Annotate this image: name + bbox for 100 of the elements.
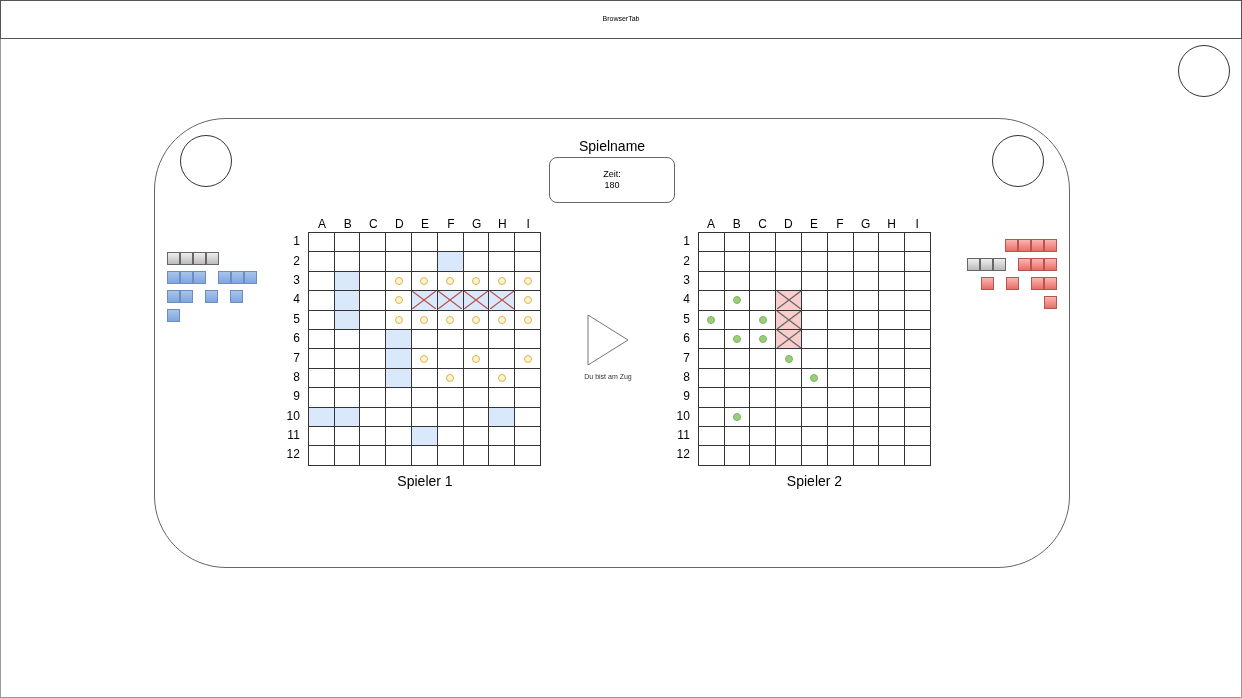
board-cell[interactable] (776, 310, 802, 330)
board-cell[interactable] (724, 233, 751, 253)
board-cell[interactable] (776, 271, 802, 292)
board-cell[interactable] (750, 388, 777, 408)
board-cell[interactable] (802, 233, 828, 253)
board-cell[interactable] (802, 310, 828, 330)
board-cell[interactable] (698, 329, 725, 350)
board-cell[interactable] (905, 233, 931, 253)
board-cell[interactable] (776, 233, 802, 253)
board-cell[interactable] (905, 388, 931, 408)
board-cell[interactable] (827, 446, 854, 466)
board-cell[interactable] (879, 252, 906, 272)
board-cell[interactable] (853, 291, 880, 311)
miss-marker-icon (420, 276, 429, 285)
board-cell[interactable] (879, 310, 906, 330)
board-cell[interactable] (698, 233, 725, 253)
row-label: 4 (293, 292, 300, 308)
board-cell[interactable] (698, 271, 725, 292)
miss-marker-icon (472, 315, 480, 324)
board-cell[interactable] (905, 446, 931, 466)
board-cell[interactable] (750, 349, 777, 369)
board-cell[interactable] (853, 252, 880, 272)
board-cell[interactable] (776, 252, 802, 272)
board-cell[interactable] (724, 252, 751, 272)
board-cell[interactable] (827, 349, 854, 369)
board-cell[interactable] (905, 310, 931, 330)
board-cell[interactable] (698, 446, 725, 466)
board-cell[interactable] (776, 349, 802, 369)
board-cell[interactable] (905, 252, 931, 272)
board-cell[interactable] (750, 271, 777, 292)
board-cell[interactable] (698, 252, 725, 272)
board-cell[interactable] (750, 368, 777, 389)
board-cell[interactable] (724, 291, 751, 311)
board-cell[interactable] (724, 446, 751, 466)
board-cell[interactable] (776, 368, 802, 389)
board-cell[interactable] (879, 426, 906, 447)
board-cell[interactable] (827, 291, 854, 311)
board-cell[interactable] (724, 388, 751, 408)
board-cell[interactable] (879, 271, 906, 292)
board-cell[interactable] (698, 388, 725, 408)
board-cell[interactable] (750, 446, 777, 466)
board-cell[interactable] (750, 426, 777, 447)
board-cell[interactable] (853, 233, 880, 253)
board-cell[interactable] (879, 349, 906, 369)
board-cell[interactable] (776, 407, 802, 427)
board-cell[interactable] (698, 349, 725, 369)
row-label: 6 (683, 331, 690, 347)
board-cell[interactable] (802, 349, 828, 369)
board-cell[interactable] (698, 310, 725, 330)
board-cell[interactable] (905, 407, 931, 427)
board-cell[interactable] (750, 310, 777, 330)
board-cell[interactable] (698, 426, 725, 447)
row-label: 3 (293, 272, 300, 288)
board-cell[interactable] (750, 329, 777, 350)
board-cell[interactable] (724, 349, 751, 369)
miss-marker-icon (497, 315, 506, 324)
board-cell[interactable] (802, 407, 828, 427)
timer-value: 180 (604, 180, 620, 191)
board-cell[interactable] (905, 291, 931, 311)
row-label: 10 (676, 408, 690, 424)
board-cell[interactable] (698, 291, 725, 311)
board-cell[interactable] (802, 426, 828, 447)
board-cell[interactable] (750, 252, 777, 272)
board-cell[interactable] (827, 388, 854, 408)
board-cell[interactable] (879, 329, 906, 350)
board-cell[interactable] (879, 291, 906, 311)
board-cell[interactable] (802, 368, 828, 389)
board-cell[interactable] (750, 233, 777, 253)
board-cell[interactable] (905, 426, 931, 447)
board-cell[interactable] (776, 426, 802, 447)
board-cell[interactable] (776, 329, 802, 350)
board-cell[interactable] (879, 446, 906, 466)
board-cell[interactable] (802, 388, 828, 408)
board-cell[interactable] (879, 407, 906, 427)
board-cell[interactable] (750, 291, 777, 311)
board-cell[interactable] (776, 291, 802, 311)
board-cell[interactable] (905, 349, 931, 369)
board-cell[interactable] (698, 368, 725, 389)
board-cell[interactable] (905, 368, 931, 389)
board-cell[interactable] (905, 271, 931, 292)
row-label: 1 (293, 234, 300, 250)
board-cell[interactable] (879, 368, 906, 389)
board-cell[interactable] (802, 446, 828, 466)
board-cell[interactable] (750, 407, 777, 427)
board-cell[interactable] (853, 349, 880, 369)
column-label: F (835, 217, 845, 232)
board-cell[interactable] (776, 388, 802, 408)
board-cell[interactable] (853, 388, 880, 408)
board-cell[interactable] (698, 407, 725, 427)
board-cell[interactable] (879, 388, 906, 408)
board-cell[interactable] (802, 329, 828, 350)
board-cell[interactable] (853, 446, 880, 466)
board-cell[interactable] (776, 446, 802, 466)
board-cell[interactable] (879, 233, 906, 253)
board-cell[interactable] (905, 329, 931, 350)
board-cell[interactable] (827, 233, 854, 253)
board-cell[interactable] (827, 252, 854, 272)
board-cell[interactable] (802, 252, 828, 272)
board-cell[interactable] (802, 271, 828, 292)
board-cell[interactable] (802, 291, 828, 311)
